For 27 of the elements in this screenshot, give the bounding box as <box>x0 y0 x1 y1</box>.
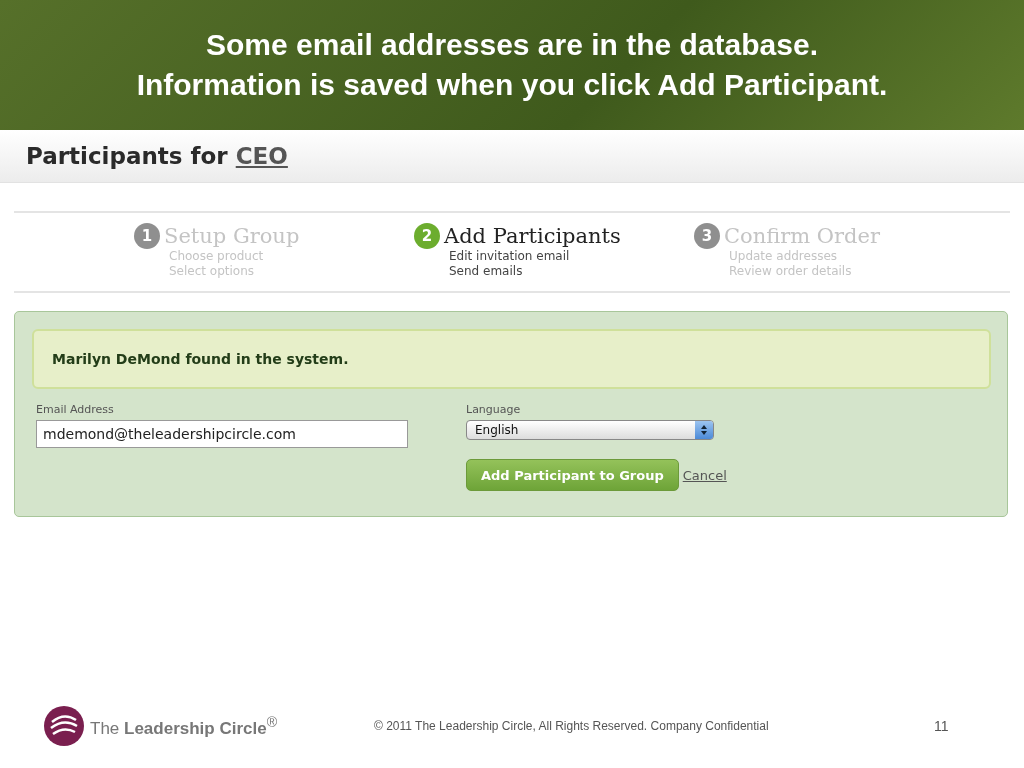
slide-title: Some email addresses are in the database. <box>206 27 818 63</box>
email-field[interactable]: mdemond@theleadershipcircle.com <box>36 420 408 448</box>
step-description: Review order details <box>729 264 853 279</box>
step-number-badge: 2 <box>414 223 440 249</box>
cancel-link[interactable]: Cancel <box>682 467 727 483</box>
page-heading: Participants for CEO <box>26 143 288 169</box>
step-number-badge: 3 <box>694 223 720 249</box>
success-message: Marilyn DeMond found in the system. <box>32 329 991 389</box>
step-number-badge: 1 <box>134 223 160 249</box>
logo-icon <box>44 706 84 746</box>
step-description: Update addresses <box>729 249 839 264</box>
step-description: Select options <box>169 264 256 279</box>
page-number: 11 <box>934 718 949 734</box>
group-link[interactable]: CEO <box>235 143 288 169</box>
logo-text: The Leadership Circle$^{®}$ <box>90 713 278 739</box>
step-title: Confirm Order <box>724 224 881 248</box>
field-label: Language <box>466 403 522 416</box>
copyright-text: © 2011 The Leadership Circle, All Rights Reserved. Company Confidential <box>374 719 770 733</box>
slide-title: Information is saved when you click Add Participant. <box>136 67 888 103</box>
step-description: Choose product <box>169 249 265 264</box>
step-description: Send emails <box>449 264 524 279</box>
language-dropdown[interactable]: English <box>466 420 714 440</box>
step-description: Edit invitation email <box>449 249 571 264</box>
field-label: Email Address <box>36 403 115 416</box>
stepper-icon <box>695 421 713 439</box>
step-title: Setup Group <box>164 224 300 248</box>
step-title: Add Participants <box>444 224 621 248</box>
